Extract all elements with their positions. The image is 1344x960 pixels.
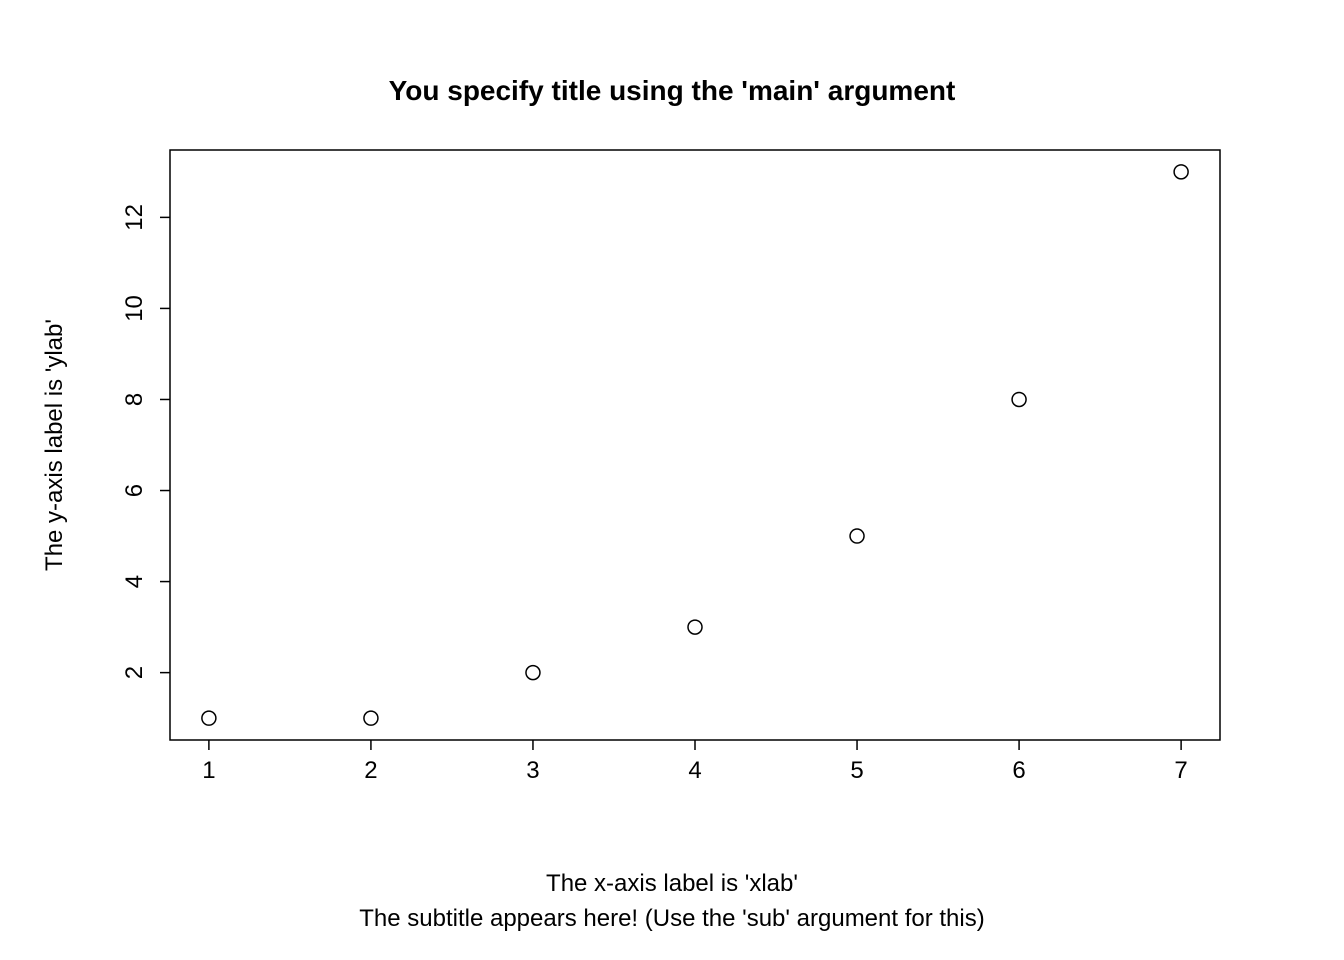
x-tick-label: 4 [688, 757, 701, 784]
data-point [526, 666, 540, 680]
x-tick-label: 7 [1174, 757, 1187, 784]
data-point [1012, 392, 1026, 406]
y-tick-label: 4 [121, 575, 148, 588]
data-point [850, 529, 864, 543]
data-point [202, 711, 216, 725]
chart-root: You specify title using the 'main' argum… [0, 0, 1344, 960]
x-tick-label: 6 [1012, 757, 1025, 784]
y-tick-label: 8 [121, 393, 148, 406]
x-axis-label: The x-axis label is 'xlab' [0, 870, 1344, 898]
x-tick-label: 1 [202, 757, 215, 784]
y-tick-label: 6 [121, 484, 148, 497]
data-point [1174, 165, 1188, 179]
data-point [364, 711, 378, 725]
data-point [688, 620, 702, 634]
y-tick-label: 12 [121, 204, 148, 231]
x-tick-label: 5 [850, 757, 863, 784]
x-tick-label: 3 [526, 757, 539, 784]
chart-subtitle: The subtitle appears here! (Use the 'sub… [0, 905, 1344, 933]
y-tick-label: 2 [121, 666, 148, 679]
y-tick-label: 10 [121, 295, 148, 322]
plot-frame [170, 150, 1220, 740]
x-tick-label: 2 [364, 757, 377, 784]
plot-area: 123456724681012 [0, 0, 1344, 960]
